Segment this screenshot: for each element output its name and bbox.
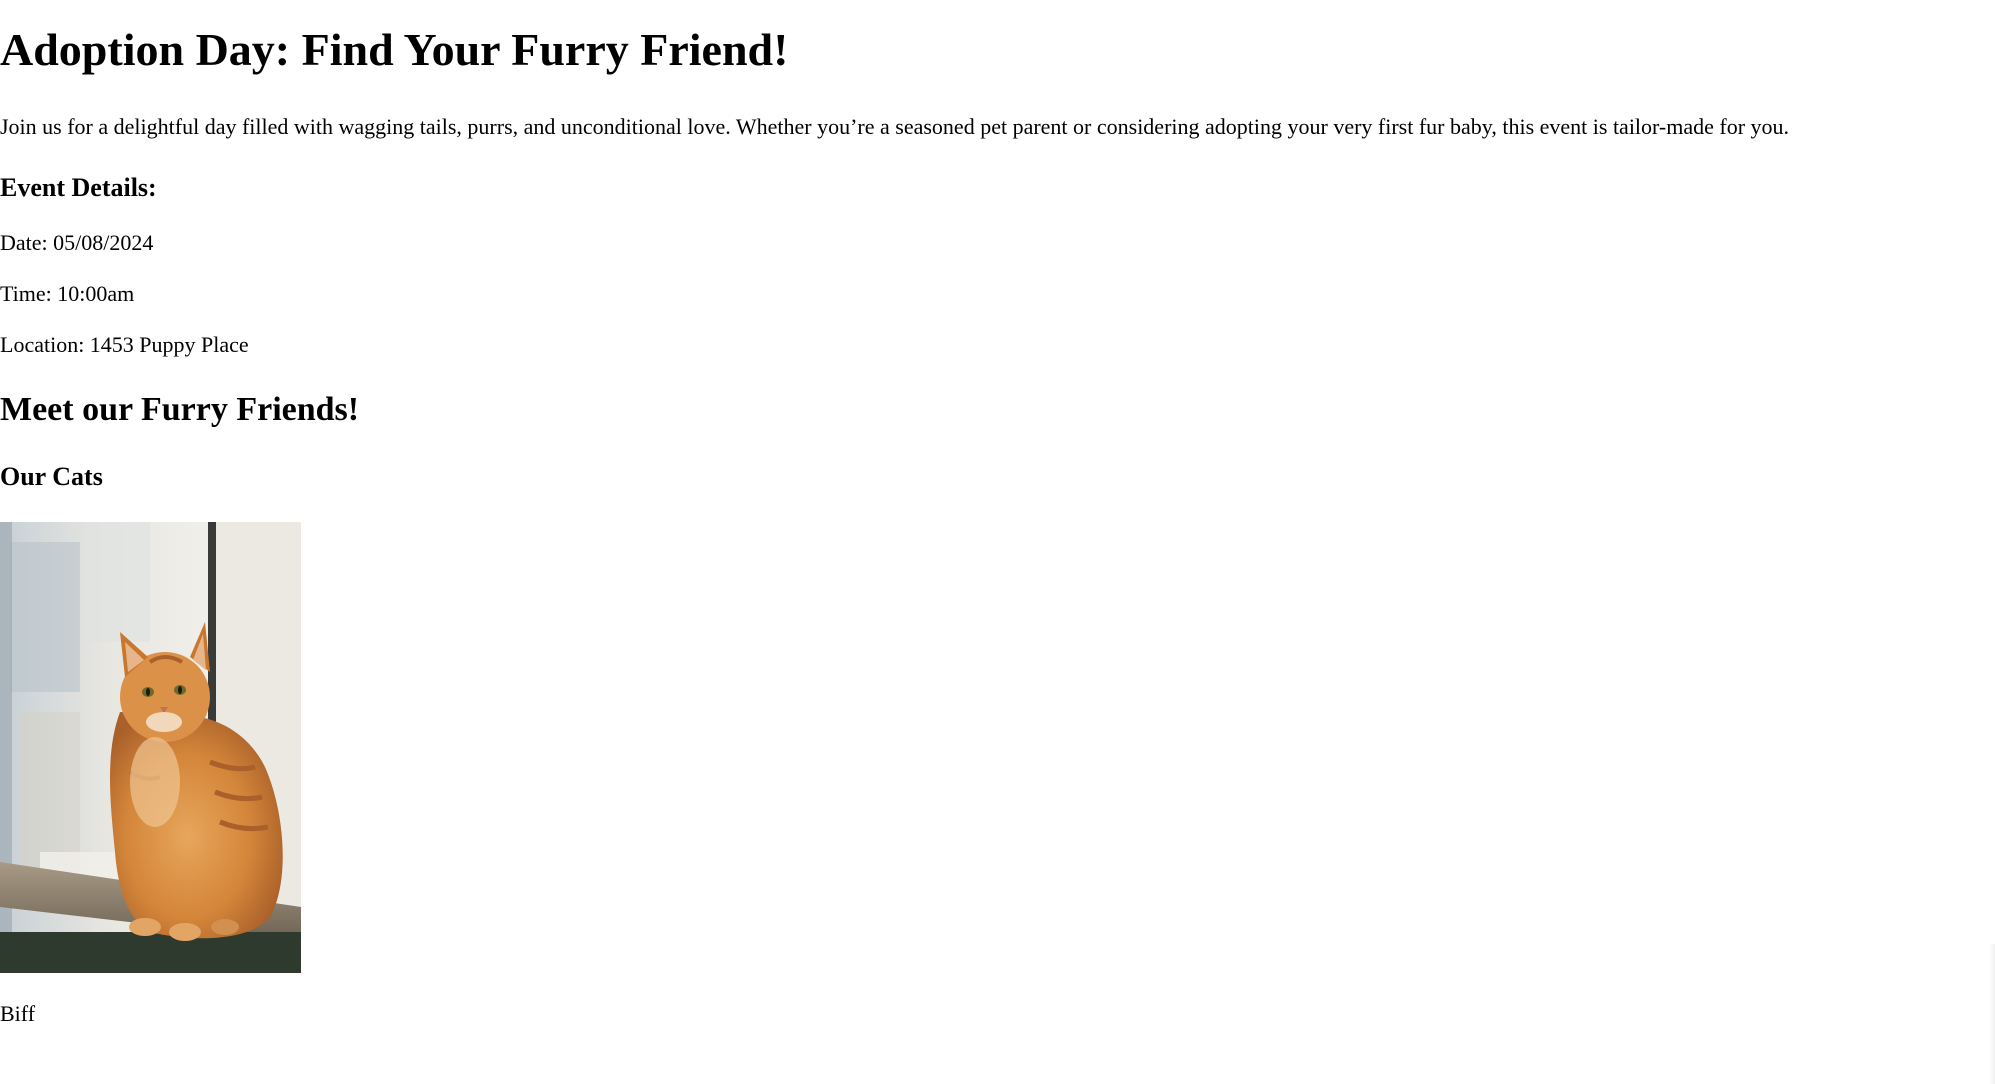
scroll-edge-shadow	[1989, 944, 1995, 1084]
event-location: Location: 1453 Puppy Place	[0, 332, 249, 357]
page-title: Adoption Day: Find Your Furry Friend!	[0, 24, 789, 75]
event-details-heading: Event Details:	[0, 173, 157, 202]
cat-photo	[0, 522, 301, 973]
cat-name: Biff	[0, 1001, 36, 1026]
cats-heading: Our Cats	[0, 462, 103, 491]
furry-friends-heading: Meet our Furry Friends!	[0, 391, 360, 428]
event-date: Date: 05/08/2024	[0, 230, 154, 255]
adoption-page: Adoption Day: Find Your Furry Friend! Jo…	[0, 0, 1995, 1084]
event-time: Time: 10:00am	[0, 281, 135, 306]
intro-paragraph: Join us for a delightful day filled with…	[0, 114, 1790, 139]
